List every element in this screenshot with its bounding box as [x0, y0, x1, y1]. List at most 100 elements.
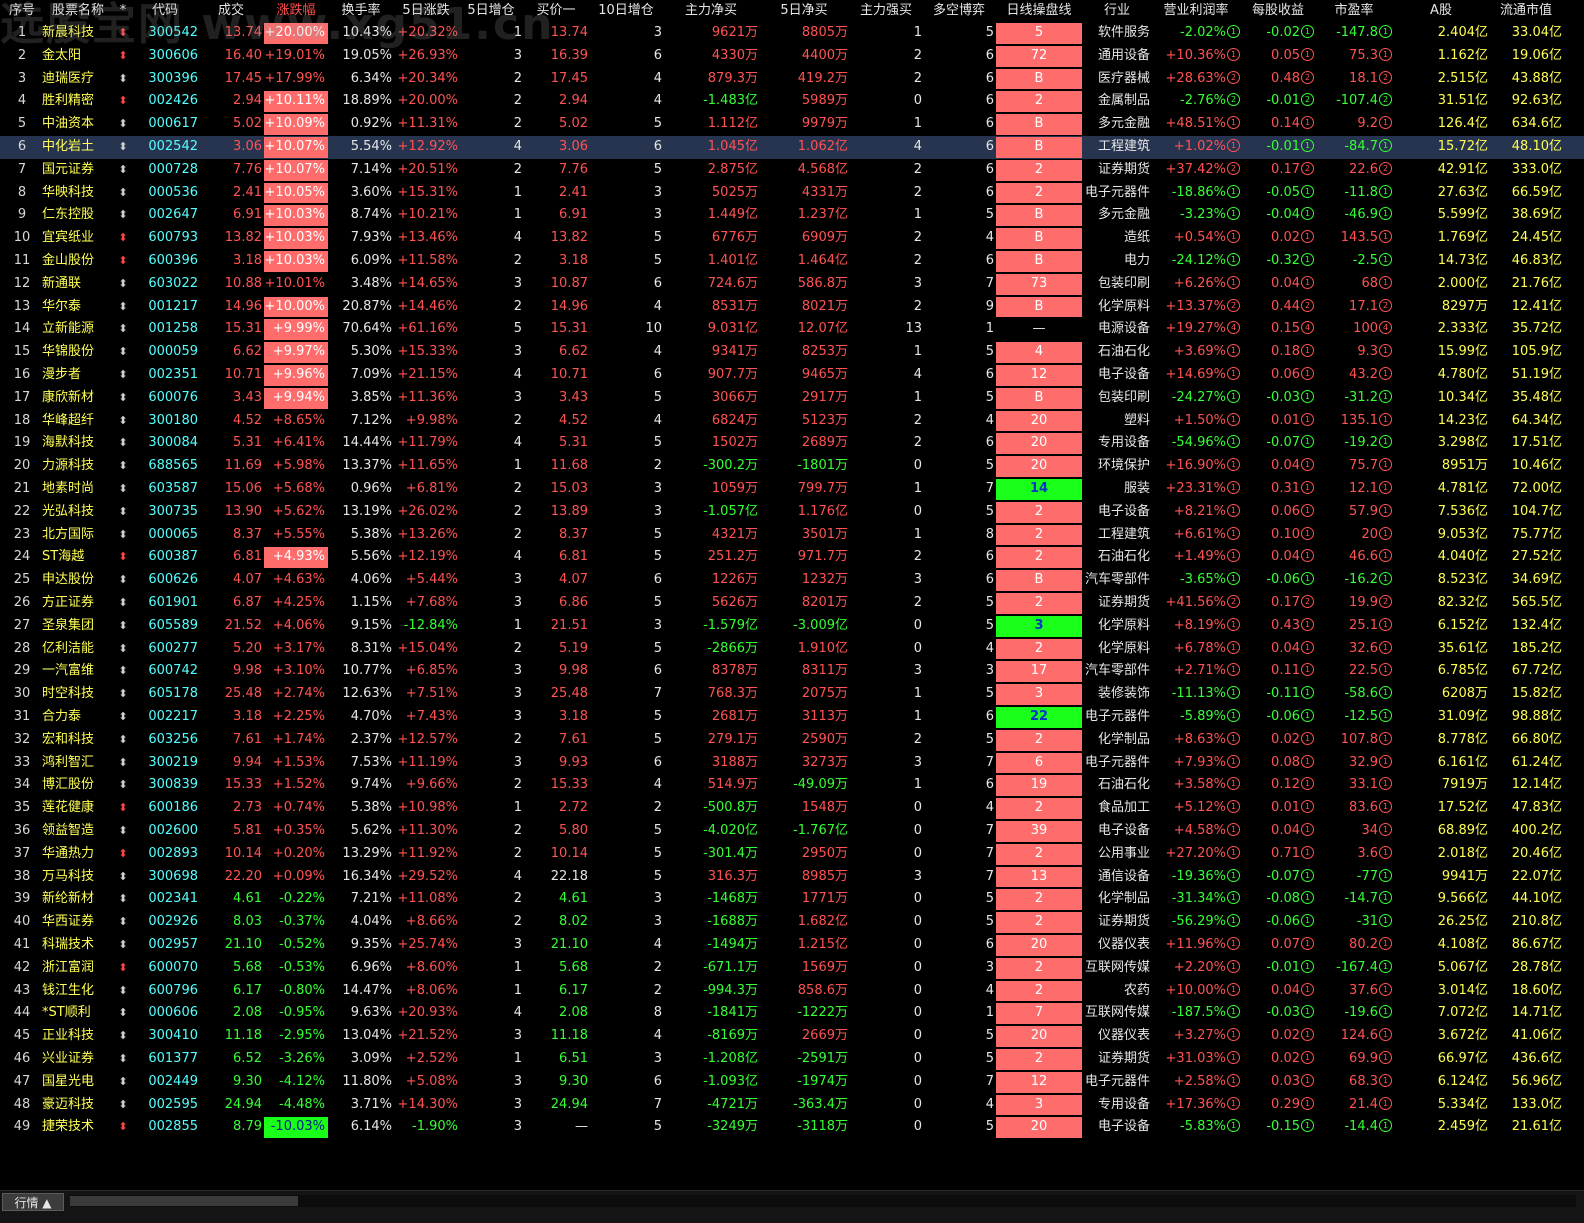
column-header[interactable]: 换手率 [330, 0, 392, 22]
table-row[interactable]: 34 博汇股份 ⬍ 300839 15.33 +1.52% 9.74% +9.66% 2 15.3… [0, 774, 1584, 797]
cell-ch5: +11.08% [397, 891, 458, 907]
cell-main: 1.449亿 [707, 207, 758, 223]
table-row[interactable]: 11 金山股份 ⬍ 600396 3.18 +10.03% 6.09% +11.58% 2 3.1… [0, 250, 1584, 273]
cell-value: +37.42% [1165, 161, 1226, 177]
table-row[interactable]: 49 捷荣技术 ⬍ 002855 8.79 -10.03% 6.14% -1.90% 3 — 5 -3… [0, 1116, 1584, 1139]
table-row[interactable]: 37 华通热力 ⬍ 002893 10.14 +0.20% 13.29% +11.92% 2 10… [0, 843, 1584, 866]
column-header[interactable]: 5日涨跌 [394, 0, 458, 22]
column-header[interactable]: 流通市值 [1490, 0, 1562, 22]
column-header[interactable]: 代码 [132, 0, 198, 22]
column-header[interactable]: 成交 [200, 0, 262, 22]
table-row[interactable]: 24 ST海越 ⬍ 600387 6.81 +4.93% 5.56% +12.19% 4 6.81… [0, 546, 1584, 569]
cell-value: 0.48 [1271, 70, 1300, 86]
cell-value: -31.34% [1171, 891, 1226, 907]
column-header[interactable]: 涨跌幅 [264, 0, 328, 22]
cell-value: 43.2 [1349, 367, 1378, 382]
table-row[interactable]: 44 *ST顺利 ⬍ 000606 2.08 -0.95% 9.63% +20.93% 4 2.0… [0, 1002, 1584, 1025]
table-row[interactable]: 15 华锦股份 ⬍ 000059 6.62 +9.97% 5.30% +15.33% 3 6.62… [0, 341, 1584, 364]
cell-name: 圣泉集团 [42, 617, 95, 633]
table-row[interactable]: 30 时空科技 ⬍ 605178 25.48 +2.74% 12.63% +7.51% 3 25.… [0, 683, 1584, 706]
table-row[interactable]: 8 华映科技 ⬍ 000536 2.41 +10.05% 3.60% +15.31% 1 2.41… [0, 182, 1584, 205]
table-row[interactable]: 12 新通联 ⬍ 603022 10.88 +10.01% 3.48% +14.65% 3 10.… [0, 273, 1584, 296]
column-header[interactable]: 买价一 [524, 0, 588, 22]
table-row[interactable]: 9 仁东控股 ⬍ 002647 6.91 +10.03% 8.74% +10.21% 1 6.91… [0, 204, 1584, 227]
cell-line: 2 [996, 843, 1082, 865]
cell-line: 14 [996, 479, 1082, 500]
table-row[interactable]: 28 亿利洁能 ⬍ 600277 5.20 +3.17% 8.31% +15.04% 2 5.19… [0, 638, 1584, 661]
table-row[interactable]: 6 中化岩土 ⬍ 002542 3.06 +10.07% 5.54% +12.92% 4 3.06… [0, 136, 1584, 159]
table-row[interactable]: 20 力源科技 ⬍ 688565 11.69 +5.98% 13.37% +11.65% 1 11… [0, 455, 1584, 478]
table-row[interactable]: 25 申达股份 ⬍ 600626 4.07 +4.63% 4.06% +5.44% 3 4.07 6… [0, 569, 1584, 592]
table-row[interactable]: 3 迪瑞医疗 ⬍ 300396 17.45 +17.99% 6.34% +20.34% 2 17.… [0, 68, 1584, 91]
column-header[interactable]: 10日增仓 [590, 0, 662, 22]
table-row[interactable]: 46 兴业证券 ⬍ 601377 6.52 -3.26% 3.09% +2.52% 1 6.51 3… [0, 1048, 1584, 1071]
cell-inc10: 4 [653, 298, 662, 314]
cell-main: -1.093亿 [703, 1073, 758, 1089]
table-row[interactable]: 32 宏和科技 ⬍ 603256 7.61 +1.74% 2.37% +12.57% 2 7.61… [0, 729, 1584, 752]
table-row[interactable]: 10 宜宾纸业 ⬍ 600793 13.82 +10.03% 7.93% +13.46% 4 13… [0, 227, 1584, 250]
table-row[interactable]: 22 光弘科技 ⬍ 300735 13.90 +5.62% 13.19% +26.02% 2 13… [0, 501, 1584, 524]
cell-pe: 20 1 [1316, 524, 1392, 547]
table-row[interactable]: 39 新纶新材 ⬍ 002341 4.61 -0.22% 7.21% +11.08% 2 4.61… [0, 888, 1584, 911]
table-row[interactable]: 47 国星光电 ⬍ 002449 9.30 -4.12% 11.80% +5.08% 3 9.30… [0, 1071, 1584, 1094]
table-row[interactable]: 4 胜利精密 ⬍ 002426 2.94 +10.11% 18.89% +20.00% 2 2.9… [0, 90, 1584, 113]
horizontal-scrollbar[interactable] [70, 1195, 1576, 1207]
table-row[interactable]: 13 华尔泰 ⬍ 001217 14.96 +10.00% 20.87% +14.46% 2 14… [0, 296, 1584, 319]
column-header[interactable]: 5日增仓 [460, 0, 522, 22]
table-row[interactable]: 36 领益智造 ⬍ 002600 5.81 +0.35% 5.62% +11.30% 2 5.80… [0, 820, 1584, 843]
column-header[interactable]: 行业 [1084, 0, 1150, 22]
circled-number-badge: 1 [1301, 982, 1314, 996]
table-row[interactable]: 48 豪迈科技 ⬍ 002595 24.94 -4.48% 3.71% +14.30% 3 24.… [0, 1094, 1584, 1117]
cell-eps: -0.06 1 [1242, 706, 1314, 729]
column-header[interactable]: * [114, 0, 132, 22]
table-row[interactable]: 45 正业科技 ⬍ 300410 11.18 -2.95% 13.04% +21.52% 3 11… [0, 1025, 1584, 1048]
table-row[interactable]: 19 海默科技 ⬍ 300084 5.31 +6.41% 14.44% +11.79% 4 5.3… [0, 432, 1584, 455]
column-header[interactable]: 日线操盘线 [996, 0, 1082, 22]
column-header[interactable]: 每股收益 [1242, 0, 1314, 22]
table-row[interactable]: 1 新晨科技 ⬍ 300542 13.74 +20.00% 10.43% +20.32% 1 13… [0, 22, 1584, 45]
table-row[interactable]: 41 科瑞技术 ⬍ 002957 21.10 -0.52% 9.35% +25.74% 3 21.… [0, 934, 1584, 957]
table-row[interactable]: 38 万马科技 ⬍ 300698 22.20 +0.09% 16.34% +29.52% 4 22… [0, 866, 1584, 889]
cell-strong: 0 [913, 1051, 922, 1066]
cell-idx: 16 [13, 367, 31, 382]
table-row[interactable]: 16 漫步者 ⬍ 002351 10.71 +9.96% 7.09% +21.15% 4 10.7… [0, 364, 1584, 387]
table-row[interactable]: 14 立新能源 ⬍ 001258 15.31 +9.99% 70.64% +61.16% 5 15… [0, 318, 1584, 341]
cell-bid: 3.18 [559, 253, 588, 268]
table-row[interactable]: 26 方正证券 ⬍ 601901 6.87 +4.25% 1.15% +7.68% 3 6.86 5… [0, 592, 1584, 615]
table-row[interactable]: 29 一汽富维 ⬍ 600742 9.98 +3.10% 10.77% +6.85% 3 9.98… [0, 660, 1584, 683]
table-row[interactable]: 43 钱江生化 ⬍ 600796 6.17 -0.80% 14.47% +8.06% 1 6.17… [0, 980, 1584, 1003]
table-row[interactable]: 33 鸿利智汇 ⬍ 300219 9.94 +1.53% 7.53% +11.19% 3 9.93… [0, 752, 1584, 775]
table-row[interactable]: 7 国元证券 ⬍ 000728 7.76 +10.07% 7.14% +20.51% 2 7.76… [0, 159, 1584, 182]
table-row[interactable]: 35 莲花健康 ⬍ 600186 2.73 +0.74% 5.38% +10.98% 1 2.72… [0, 797, 1584, 820]
column-header[interactable]: 主力净买 [664, 0, 758, 22]
table-row[interactable]: 23 北方国际 ⬍ 000065 8.37 +5.55% 5.38% +13.26% 2 8.37… [0, 524, 1584, 547]
column-header[interactable]: 主力强买 [850, 0, 922, 22]
tab-market[interactable]: 行情 ▲ [2, 1193, 64, 1211]
table-row[interactable]: 27 圣泉集团 ⬍ 605589 21.52 +4.06% 9.15% -12.84% 1 21.… [0, 615, 1584, 638]
cell-value: 18.1 [1349, 70, 1378, 86]
table-row[interactable]: 17 康欣新材 ⬍ 600076 3.43 +9.94% 3.85% +11.36% 3 3.43… [0, 387, 1584, 410]
cell-ch5: +21.52% [397, 1028, 458, 1044]
column-header[interactable]: 股票名称 [42, 0, 114, 22]
table-row[interactable]: 31 合力泰 ⬍ 002217 3.18 +2.25% 4.70% +7.43% 3 3.18 5 2… [0, 706, 1584, 729]
column-header[interactable]: A股 [1394, 0, 1488, 22]
cell-line: 19 [996, 775, 1082, 797]
table-row[interactable]: 42 浙江富润 ⬍ 600070 5.68 -0.53% 6.96% +8.60% 1 5.68 2… [0, 957, 1584, 980]
table-row[interactable]: 2 金太阳 ⬍ 300606 16.40 +19.01% 19.05% +26.93% 3 16.… [0, 45, 1584, 68]
table-row[interactable]: 5 中油资本 ⬍ 000617 5.02 +10.09% 0.92% +11.31% 2 5.02… [0, 113, 1584, 136]
cell-value: 0.02 [1271, 731, 1300, 747]
scrollbar-thumb[interactable] [70, 1196, 298, 1206]
column-header[interactable]: 多空博弈 [924, 0, 994, 22]
cell-net5: 9465万 [801, 367, 848, 382]
cell-net5: 858.6万 [797, 982, 848, 998]
cell-eps: 0.02 1 [1242, 729, 1314, 752]
cell-ls: 7 [985, 754, 994, 770]
table-row[interactable]: 40 华西证券 ⬍ 002926 8.03 -0.37% 4.04% +8.66% 2 8.02 3… [0, 911, 1584, 934]
column-header[interactable]: 市盈率 [1316, 0, 1392, 22]
cell-name: 申达股份 [42, 572, 95, 588]
column-header[interactable]: 序号 [4, 0, 40, 22]
table-row[interactable]: 21 地素时尚 ⬍ 603587 15.06 +5.68% 0.96% +6.81% 2 15.0… [0, 478, 1584, 501]
column-header[interactable]: 5日净买 [760, 0, 848, 22]
table-row[interactable]: 18 华峰超纤 ⬍ 300180 4.52 +8.65% 7.12% +9.98% 2 4.52 4… [0, 410, 1584, 433]
column-header[interactable]: 营业利润率 [1152, 0, 1240, 22]
